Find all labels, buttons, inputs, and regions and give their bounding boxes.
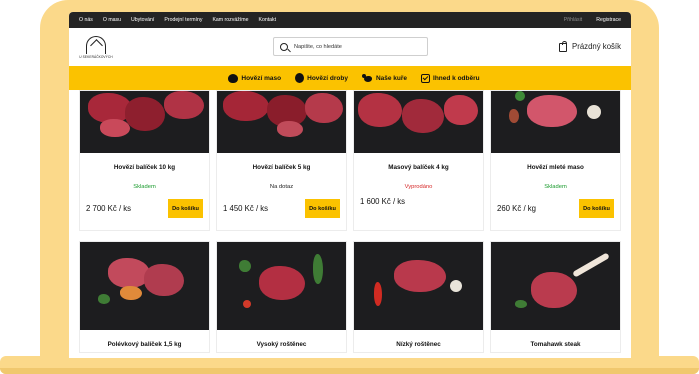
- stock-status: Vyprodáno: [404, 184, 433, 190]
- category-label: Hovězí maso: [241, 74, 282, 82]
- add-to-cart-button[interactable]: Do košíku: [305, 199, 340, 218]
- organ-icon: [295, 73, 305, 83]
- product-image[interactable]: [491, 242, 620, 330]
- register-link[interactable]: Registrace: [596, 17, 621, 23]
- stock-status: Na dotaz: [269, 184, 294, 190]
- product-image[interactable]: [354, 91, 483, 153]
- product-grid: Hovězí balíček 10 kg Skladem 2 700 Kč / …: [79, 90, 621, 353]
- search-icon[interactable]: [280, 42, 288, 51]
- product-price: 260 Kč / kg: [497, 204, 537, 213]
- product-image[interactable]: [491, 91, 620, 153]
- product-price: 1 450 Kč / ks: [223, 204, 269, 213]
- login-link[interactable]: Přihlásit: [564, 17, 582, 23]
- search-input[interactable]: [294, 43, 424, 50]
- category-ready[interactable]: Ihned k odběru: [421, 73, 480, 83]
- search-box[interactable]: [273, 37, 428, 56]
- top-link-accommodation[interactable]: Ubytování: [131, 17, 154, 23]
- category-label: Hovězí droby: [307, 74, 348, 82]
- product-card[interactable]: Nízký roštěnec: [353, 241, 484, 353]
- add-to-cart-button[interactable]: Do košíku: [579, 199, 614, 218]
- top-link-sale-dates[interactable]: Prodejní termíny: [164, 17, 202, 23]
- top-link-meat[interactable]: O masu: [103, 17, 121, 23]
- site-header: U SEKERÁČKOVÝCH Prázdný košík: [69, 28, 631, 66]
- top-link-delivery[interactable]: Kam rozvážíme: [212, 17, 248, 23]
- product-card[interactable]: Polévkový balíček 1,5 kg: [79, 241, 210, 353]
- product-card[interactable]: Tomahawk steak: [490, 241, 621, 353]
- website-screen: O nás O masu Ubytování Prodejní termíny …: [69, 12, 631, 358]
- product-price: 2 700 Kč / ks: [86, 204, 132, 213]
- stock-status: Skladem: [133, 184, 156, 190]
- product-price: 1 600 Kč / ks: [360, 197, 406, 206]
- product-image[interactable]: [217, 91, 346, 153]
- logo[interactable]: U SEKERÁČKOVÝCH: [79, 32, 113, 62]
- category-label: Ihned k odběru: [433, 74, 480, 82]
- top-links: O nás O masu Ubytování Prodejní termíny …: [79, 17, 276, 23]
- top-link-about[interactable]: O nás: [79, 17, 93, 23]
- shopping-bag-icon: [559, 40, 568, 52]
- product-image[interactable]: [80, 91, 209, 153]
- category-nav: Hovězí maso Hovězí droby Naše kuře Ihned…: [69, 66, 631, 90]
- category-chicken[interactable]: Naše kuře: [361, 73, 408, 83]
- product-title[interactable]: Hovězí mleté maso: [491, 164, 620, 171]
- logo-emblem-icon: [86, 35, 106, 54]
- category-label: Naše kuře: [375, 74, 408, 82]
- chicken-icon: [361, 73, 373, 83]
- cart-button[interactable]: Prázdný košík: [559, 40, 621, 52]
- product-title[interactable]: Vysoký roštěnec: [217, 341, 346, 348]
- product-card[interactable]: Masový balíček 4 kg Vyprodáno 1 600 Kč /…: [353, 90, 484, 231]
- product-card[interactable]: Vysoký roštěnec: [216, 241, 347, 353]
- product-title[interactable]: Polévkový balíček 1,5 kg: [80, 341, 209, 348]
- product-title[interactable]: Nízký roštěnec: [354, 341, 483, 348]
- product-title[interactable]: Tomahawk steak: [491, 341, 620, 348]
- top-bar: O nás O masu Ubytování Prodejní termíny …: [69, 12, 631, 28]
- product-card[interactable]: Hovězí balíček 10 kg Skladem 2 700 Kč / …: [79, 90, 210, 231]
- cart-label: Prázdný košík: [572, 42, 621, 51]
- ready-check-icon: [421, 73, 431, 83]
- top-link-contact[interactable]: Kontakt: [258, 17, 276, 23]
- stock-status: Skladem: [544, 184, 567, 190]
- product-title[interactable]: Hovězí balíček 5 kg: [217, 164, 346, 171]
- add-to-cart-button[interactable]: Do košíku: [168, 199, 203, 218]
- product-image[interactable]: [80, 242, 209, 330]
- laptop-base-shadow: [0, 368, 699, 374]
- product-title[interactable]: Hovězí balíček 10 kg: [80, 164, 209, 171]
- product-card[interactable]: Hovězí balíček 5 kg Na dotaz 1 450 Kč / …: [216, 90, 347, 231]
- category-beef[interactable]: Hovězí maso: [228, 73, 282, 83]
- product-title[interactable]: Masový balíček 4 kg: [354, 164, 483, 171]
- product-image[interactable]: [217, 242, 346, 330]
- product-image[interactable]: [354, 242, 483, 330]
- logo-text: U SEKERÁČKOVÝCH: [79, 54, 113, 59]
- product-card[interactable]: Hovězí mleté maso Skladem 260 Kč / kg Do…: [490, 90, 621, 231]
- category-offal[interactable]: Hovězí droby: [295, 73, 348, 83]
- cow-icon: [228, 73, 239, 83]
